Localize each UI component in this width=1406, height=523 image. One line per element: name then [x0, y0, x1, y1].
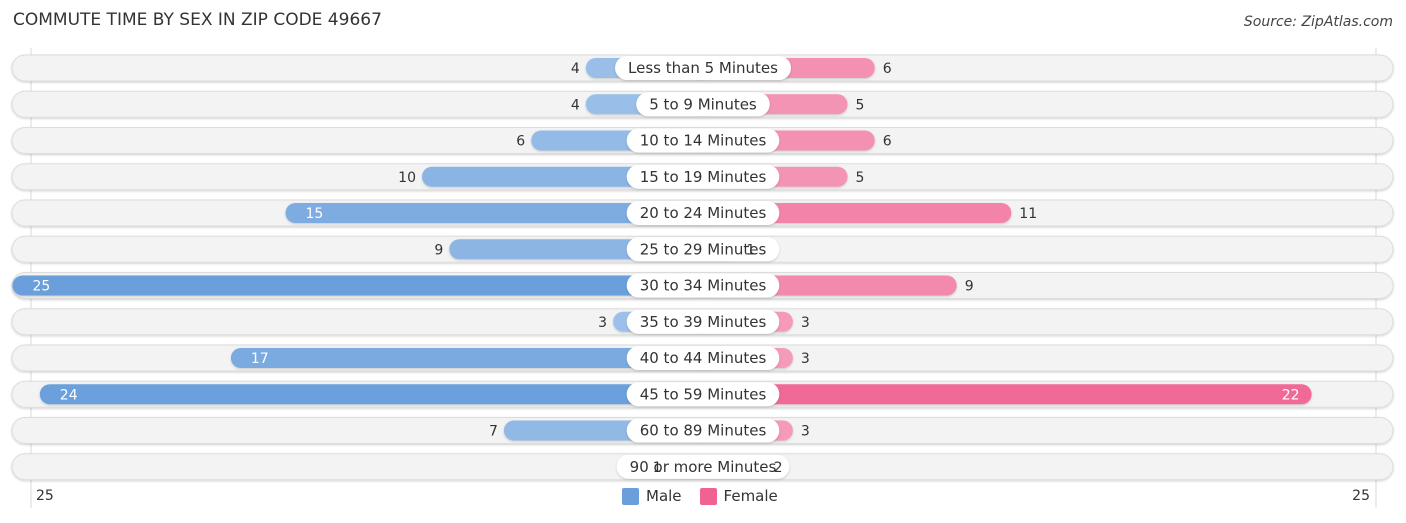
value-label-male: 25 — [33, 279, 51, 295]
value-label-female: 1 — [746, 242, 755, 258]
legend-swatch-female — [699, 487, 717, 505]
chart-canvas: Less than 5 Minutes 4 6 5 to 9 Minutes 4 5 10 … — [11, 48, 1394, 508]
value-label-male: 17 — [251, 351, 269, 367]
value-label-female: 6 — [883, 134, 892, 150]
axis-left-max-label: 25 — [36, 488, 54, 504]
value-label-male: 6 — [516, 134, 525, 150]
bar-male — [12, 275, 715, 296]
value-label-male: 3 — [598, 315, 607, 331]
value-label-female: 6 — [883, 61, 892, 77]
legend-item-male[interactable]: Male — [622, 487, 682, 505]
legend-item-female[interactable]: Female — [699, 487, 778, 505]
value-label-female: 22 — [1282, 387, 1300, 403]
category-label: 20 to 24 Minutes — [640, 204, 767, 222]
value-label-female: 2 — [774, 460, 783, 476]
value-label-male: 4 — [571, 61, 580, 77]
bar-male — [39, 384, 716, 405]
category-label: 10 to 14 Minutes — [640, 132, 767, 150]
bar-female — [691, 384, 1312, 405]
category-label: 60 to 89 Minutes — [640, 422, 767, 440]
value-label-male: 10 — [398, 170, 416, 186]
value-label-male: 24 — [60, 387, 78, 403]
category-label: 40 to 44 Minutes — [640, 349, 767, 367]
category-label: 30 to 34 Minutes — [640, 277, 767, 295]
value-label-female: 11 — [1019, 206, 1037, 222]
value-label-female: 3 — [801, 424, 810, 440]
legend: Male Female — [622, 487, 778, 505]
value-label-male: 7 — [489, 424, 498, 440]
category-label: 15 to 19 Minutes — [640, 168, 767, 186]
legend-label-male: Male — [646, 487, 682, 505]
value-label-male: 4 — [571, 97, 580, 113]
value-label-female: 5 — [856, 170, 865, 186]
value-label-female: 3 — [801, 351, 810, 367]
category-label: 90 or more Minutes — [630, 458, 777, 476]
category-label: 45 to 59 Minutes — [640, 385, 767, 403]
value-label-female: 9 — [965, 279, 974, 295]
legend-swatch-male — [622, 487, 639, 505]
value-label-female: 3 — [801, 315, 810, 331]
value-label-male: 9 — [434, 242, 443, 258]
legend-label-female: Female — [723, 487, 778, 505]
axis-right-max-label: 25 — [1352, 488, 1370, 504]
value-label-female: 5 — [856, 97, 865, 113]
category-label: 35 to 39 Minutes — [640, 313, 767, 331]
value-label-male: 15 — [306, 206, 324, 222]
category-label: Less than 5 Minutes — [628, 59, 778, 77]
value-label-male: 1 — [653, 460, 662, 476]
category-label: 5 to 9 Minutes — [649, 95, 757, 113]
